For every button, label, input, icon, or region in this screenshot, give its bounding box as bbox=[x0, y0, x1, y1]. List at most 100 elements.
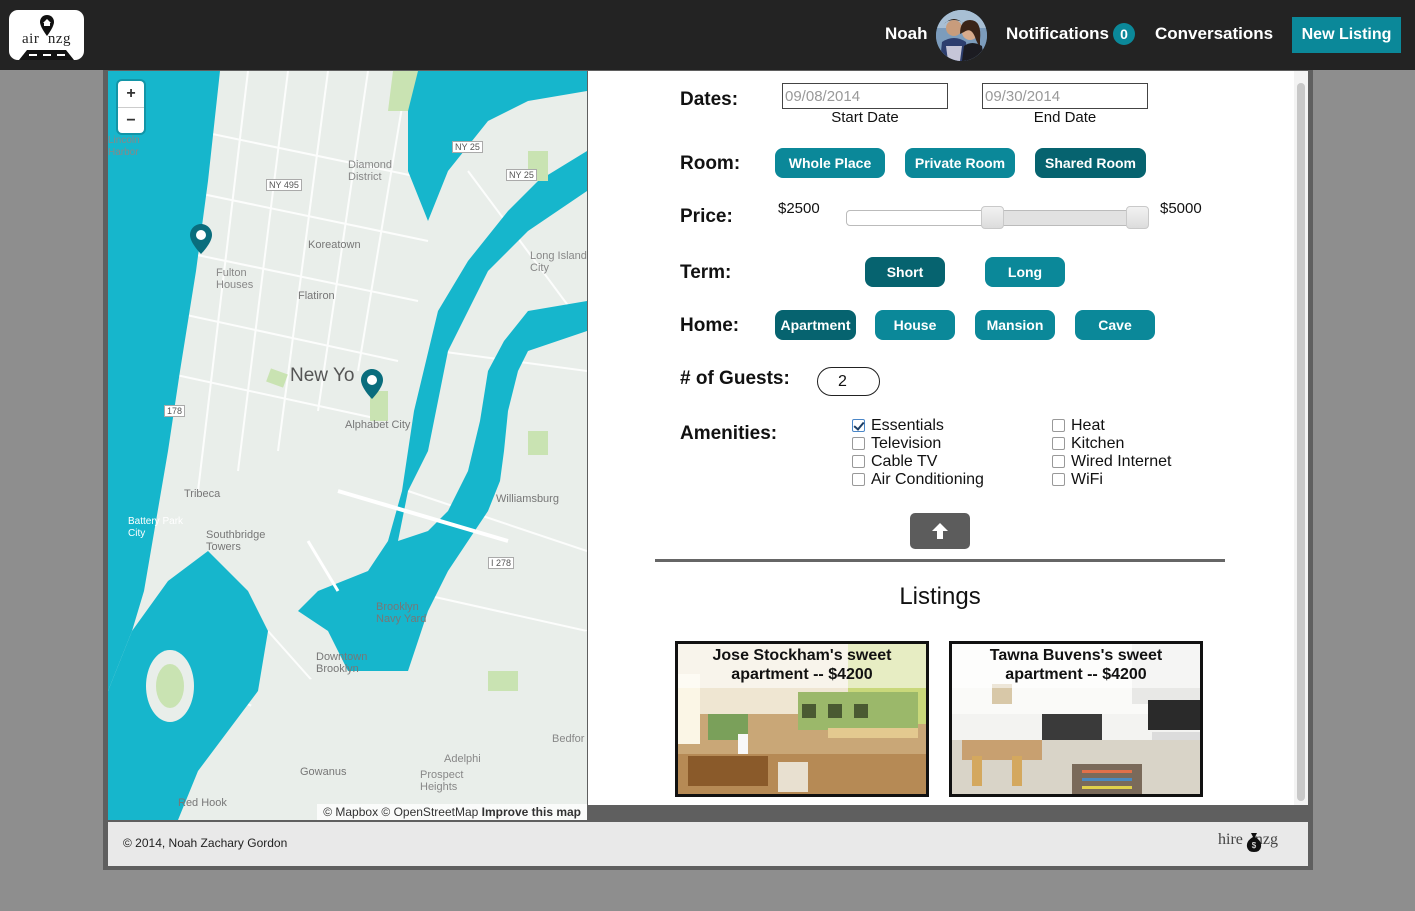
guests-input[interactable] bbox=[817, 367, 880, 396]
amenity-checkbox[interactable] bbox=[852, 455, 865, 468]
map-tiles bbox=[108, 71, 587, 820]
map-label-adelphi: Adelphi bbox=[444, 753, 481, 765]
price-slider-range bbox=[992, 211, 1138, 225]
zoom-in-button[interactable]: + bbox=[118, 81, 144, 107]
listings-heading: Listings bbox=[899, 583, 981, 610]
guests-label: # of Guests: bbox=[680, 368, 790, 389]
scrollbar-thumb[interactable] bbox=[1297, 83, 1305, 801]
attribution-text: © Mapbox © OpenStreetMap bbox=[323, 805, 479, 819]
map-shield-ny25-east: NY 25 bbox=[506, 169, 537, 181]
amenity-label: WiFi bbox=[1071, 471, 1103, 488]
map-label-fulton-houses: Fulton Houses bbox=[216, 267, 254, 291]
amenity-checkbox[interactable] bbox=[1052, 419, 1065, 432]
end-date-caption: End Date bbox=[1033, 109, 1097, 126]
amenity-label: Wired Internet bbox=[1071, 453, 1172, 470]
map-label-downtown-brooklyn: Downtown Brooklyn bbox=[316, 651, 368, 675]
notifications-count-badge[interactable]: 0 bbox=[1113, 23, 1135, 45]
amenity-checkbox[interactable] bbox=[1052, 473, 1065, 486]
collapse-filters-button[interactable] bbox=[910, 513, 970, 549]
listing-pin-icon[interactable] bbox=[361, 369, 383, 399]
arrow-up-icon bbox=[932, 523, 948, 539]
room-whole-place-button[interactable]: Whole Place bbox=[775, 148, 885, 178]
improve-map-link[interactable]: Improve this map bbox=[482, 805, 581, 819]
amenity-label: Kitchen bbox=[1071, 435, 1125, 452]
map-label-williamsburg: Williamsburg bbox=[496, 493, 559, 505]
logo-text: air nzg bbox=[22, 31, 71, 47]
amenity-checkbox[interactable] bbox=[852, 437, 865, 450]
price-slider-max-handle[interactable] bbox=[1126, 206, 1149, 229]
amenity-checkbox[interactable] bbox=[1052, 437, 1065, 450]
term-label: Term: bbox=[680, 262, 732, 283]
amenity-checkbox[interactable] bbox=[1052, 455, 1065, 468]
amenity-checkbox[interactable] bbox=[852, 419, 865, 432]
map-zoom-control: + − bbox=[118, 81, 144, 133]
new-listing-button[interactable]: New Listing bbox=[1292, 17, 1401, 53]
room-private-room-button[interactable]: Private Room bbox=[905, 148, 1015, 178]
copyright-text: © 2014, Noah Zachary Gordon bbox=[123, 836, 288, 850]
term-long-button[interactable]: Long bbox=[985, 257, 1065, 287]
conversations-link[interactable]: Conversations bbox=[1155, 24, 1273, 44]
map-label-gowanus: Gowanus bbox=[300, 766, 347, 778]
start-date-caption: Start Date bbox=[831, 109, 899, 126]
user-name-link[interactable]: Noah bbox=[885, 24, 928, 44]
home-house-button[interactable]: House bbox=[875, 310, 955, 340]
start-date-input[interactable] bbox=[782, 83, 948, 109]
road-icon bbox=[19, 50, 74, 60]
amenity-label: Television bbox=[871, 435, 942, 452]
amenity-checkbox[interactable] bbox=[852, 473, 865, 486]
map-label-brooklyn-navy-yard: Brooklyn Navy Yard bbox=[376, 601, 427, 625]
zoom-out-button[interactable]: − bbox=[118, 107, 144, 133]
map-label-new-york: New Yo bbox=[290, 365, 355, 386]
notifications-link[interactable]: Notifications bbox=[1006, 24, 1109, 44]
map-label-koreatown: Koreatown bbox=[308, 239, 361, 251]
airnzg-logo[interactable]: air nzg bbox=[9, 10, 84, 60]
listing-card[interactable]: Tawna Buvens's sweet apartment -- $4200 bbox=[949, 641, 1203, 797]
map-label-flatiron: Flatiron bbox=[298, 290, 335, 302]
map-shield-ny25-west: NY 25 bbox=[452, 141, 483, 153]
map-label-alphabet-city: Alphabet City bbox=[345, 419, 411, 431]
term-short-button[interactable]: Short bbox=[865, 257, 945, 287]
listing-pin-icon[interactable] bbox=[190, 224, 212, 254]
map-label-prospect-heights: Prospect Heights bbox=[420, 769, 464, 793]
user-avatar[interactable] bbox=[936, 10, 987, 61]
home-mansion-button[interactable]: Mansion bbox=[975, 310, 1055, 340]
map-view[interactable]: New Yo Koreatown Fulton Houses Flatiron … bbox=[108, 71, 587, 820]
map-label-long-island-city: Long Island City bbox=[530, 250, 587, 274]
map-label-lincoln-harbor: Lincoln Harbor bbox=[108, 135, 140, 158]
map-shield-i278: I 278 bbox=[488, 557, 515, 569]
map-label-red-hook: Red Hook bbox=[178, 797, 227, 809]
section-divider bbox=[655, 559, 1225, 562]
amenity-label: Heat bbox=[1071, 417, 1105, 434]
top-navbar: air nzg Noah Notifications 0 Conversatio… bbox=[0, 0, 1415, 70]
amenity-label: Air Conditioning bbox=[871, 471, 984, 488]
map-label-bedford: Bedfor bbox=[552, 733, 585, 745]
listing-card[interactable]: Jose Stockham's sweet apartment -- $4200 bbox=[675, 641, 929, 797]
price-label: Price: bbox=[680, 206, 733, 227]
svg-text:$: $ bbox=[1252, 841, 1257, 850]
amenity-label: Essentials bbox=[871, 417, 944, 434]
home-cave-button[interactable]: Cave bbox=[1075, 310, 1155, 340]
home-label: Home: bbox=[680, 315, 740, 336]
room-label: Room: bbox=[680, 153, 741, 174]
amenities-label: Amenities: bbox=[680, 423, 778, 444]
price-slider-min-handle[interactable] bbox=[981, 206, 1004, 229]
map-label-southbridge-towers: Southbridge Towers bbox=[206, 529, 266, 553]
amenity-label: Cable TV bbox=[871, 453, 938, 470]
price-min-value: $2500 bbox=[778, 200, 820, 217]
end-date-input[interactable] bbox=[982, 83, 1148, 109]
room-shared-room-button[interactable]: Shared Room bbox=[1035, 148, 1146, 178]
map-label-diamond-district: Diamond District bbox=[348, 159, 393, 183]
map-shield-178: 178 bbox=[164, 405, 186, 417]
money-bag-icon: $ bbox=[1246, 833, 1262, 852]
listing-title[interactable]: Tawna Buvens's sweet apartment -- $4200 bbox=[952, 644, 1200, 688]
home-apartment-button[interactable]: Apartment bbox=[775, 310, 856, 340]
dates-label: Dates: bbox=[680, 89, 739, 110]
footer: © 2014, Noah Zachary Gordon hire nzg $ bbox=[108, 822, 1308, 866]
map-label-battery-park-city: Battery Park City bbox=[128, 516, 184, 539]
avatar-photo bbox=[936, 10, 987, 61]
panel-scrollbar[interactable] bbox=[1294, 71, 1308, 805]
map-label-tribeca: Tribeca bbox=[184, 488, 221, 500]
map-shield-ny495: NY 495 bbox=[266, 179, 302, 191]
listing-title[interactable]: Jose Stockham's sweet apartment -- $4200 bbox=[678, 644, 926, 688]
hire-nzg-logo[interactable]: hire nzg $ bbox=[1218, 831, 1278, 852]
